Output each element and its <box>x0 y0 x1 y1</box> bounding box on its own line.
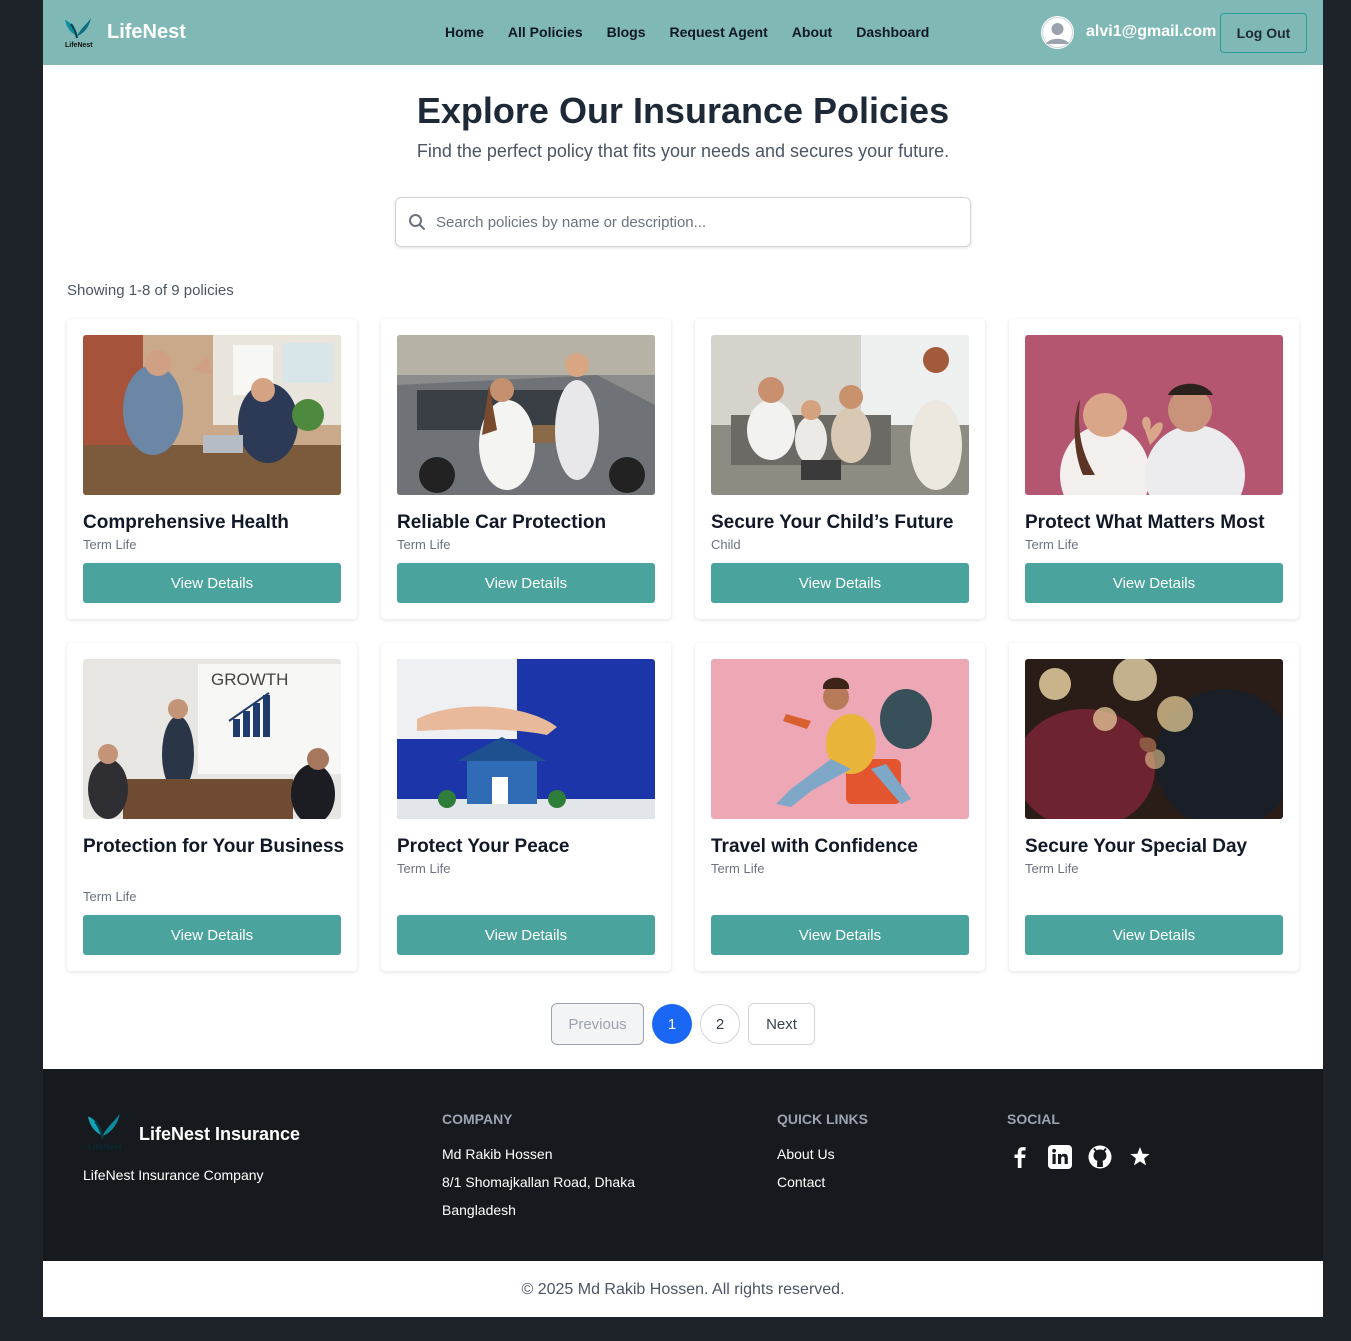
view-details-button[interactable]: View Details <box>397 915 655 955</box>
policy-image-office-highfive <box>83 335 341 495</box>
policy-category: Term Life <box>1025 537 1079 552</box>
policy-card: Secure Your Special Day Term Life View D… <box>1009 643 1299 971</box>
policy-title: Travel with Confidence <box>711 836 918 857</box>
page-1-button[interactable]: 1 <box>652 1004 692 1044</box>
view-details-button[interactable]: View Details <box>83 563 341 603</box>
search-input[interactable] <box>436 198 956 246</box>
view-details-button[interactable]: View Details <box>83 915 341 955</box>
policy-image-business-growth: GROWTH <box>83 659 341 819</box>
policy-card: GROWTH Protection for Your Business Term… <box>67 643 357 971</box>
user-email: alvi1@gmail.com <box>1086 23 1217 40</box>
nav-link-request-agent[interactable]: Request Agent <box>670 24 768 40</box>
nav-link-about[interactable]: About <box>792 24 832 40</box>
policy-title: Reliable Car Protection <box>397 512 607 533</box>
brand-name: LifeNest <box>107 20 186 43</box>
svg-text:LifeNest: LifeNest <box>65 42 93 49</box>
view-details-button[interactable]: View Details <box>397 563 655 603</box>
policy-title: Secure Your Child’s Future <box>711 512 954 533</box>
page-title: Explore Our Insurance Policies <box>416 90 950 131</box>
page-subtitle: Find the perfect policy that fits your n… <box>416 141 950 161</box>
policy-title: Protection for Your Business <box>83 836 345 857</box>
view-details-button[interactable]: View Details <box>1025 915 1283 955</box>
page-2-button[interactable]: 2 <box>700 1004 740 1044</box>
policy-image-couple-heart <box>1025 335 1283 495</box>
policy-image-family <box>711 335 969 495</box>
policy-category: Term Life <box>397 537 451 552</box>
facebook-icon[interactable] <box>1007 1144 1033 1170</box>
nav-link-dashboard[interactable]: Dashboard <box>856 24 929 40</box>
previous-page-button[interactable]: Previous <box>551 1003 644 1045</box>
policy-category: Term Life <box>83 889 137 904</box>
footer-company-line: Md Rakib Hossen <box>442 1146 553 1162</box>
search-box <box>395 197 971 247</box>
policy-card: Reliable Car Protection Term Life View D… <box>381 319 671 619</box>
footer-link-contact[interactable]: Contact <box>777 1174 825 1190</box>
footer-link-about-us[interactable]: About Us <box>777 1146 835 1162</box>
nav-link-home[interactable]: Home <box>445 24 484 40</box>
nav-link-blogs[interactable]: Blogs <box>607 24 646 40</box>
policy-image-wedding <box>1025 659 1283 819</box>
policy-title: Protect Your Peace <box>397 836 570 857</box>
policy-title: Comprehensive Health <box>83 512 289 533</box>
nav-links: Home All Policies Blogs Request Agent Ab… <box>445 24 929 40</box>
copyright-bar: © 2025 Md Rakib Hossen. All rights reser… <box>43 1261 1323 1317</box>
policy-card: Comprehensive Health Term Life View Deta… <box>67 319 357 619</box>
policy-card: Protect Your Peace Term Life View Detail… <box>381 643 671 971</box>
navbar: LifeNest LifeNest Home All Policies Blog… <box>43 0 1323 65</box>
view-details-button[interactable]: View Details <box>711 563 969 603</box>
policy-title: Secure Your Special Day <box>1025 836 1248 857</box>
policy-category: Term Life <box>711 861 765 876</box>
logout-button[interactable]: Log Out <box>1220 13 1307 53</box>
policy-image-house-hand <box>397 659 655 819</box>
results-count: Showing 1-8 of 9 policies <box>67 282 234 299</box>
policy-card: Travel with Confidence Term Life View De… <box>695 643 985 971</box>
next-page-button[interactable]: Next <box>748 1003 815 1045</box>
footer-brand: LifeNest Insurance <box>139 1124 301 1144</box>
policy-category: Term Life <box>83 537 137 552</box>
policy-title: Protect What Matters Most <box>1025 512 1265 533</box>
view-details-button[interactable]: View Details <box>711 915 969 955</box>
github-icon[interactable] <box>1087 1144 1113 1170</box>
search-icon <box>408 213 426 231</box>
policy-card: Secure Your Child’s Future Child View De… <box>695 319 985 619</box>
policy-category: Term Life <box>1025 861 1079 876</box>
svg-text:GROWTH: GROWTH <box>211 670 288 689</box>
brand[interactable]: LifeNest LifeNest <box>61 14 186 50</box>
policy-card: Protect What Matters Most Term Life View… <box>1009 319 1299 619</box>
footer-quick-links-heading: QUICK LINKS <box>777 1111 868 1127</box>
star-icon[interactable] <box>1127 1144 1153 1170</box>
footer-social-heading: SOCIAL <box>1007 1111 1060 1127</box>
policy-category: Term Life <box>397 861 451 876</box>
policy-image-traveler <box>711 659 969 819</box>
user-icon <box>1042 17 1073 48</box>
nav-link-all-policies[interactable]: All Policies <box>508 24 583 40</box>
svg-text:LifeNest: LifeNest <box>88 1141 122 1151</box>
policy-image-car <box>397 335 655 495</box>
policy-category: Child <box>711 537 741 552</box>
copyright: © 2025 Md Rakib Hossen. All rights reser… <box>521 1281 845 1298</box>
footer-company-name: LifeNest Insurance Company <box>83 1167 264 1183</box>
lifenest-logo-icon: LifeNest <box>61 14 97 50</box>
page: LifeNest LifeNest Home All Policies Blog… <box>43 0 1323 1317</box>
footer-company-heading: COMPANY <box>442 1111 513 1127</box>
user-avatar[interactable] <box>1041 16 1074 49</box>
lifenest-logo-icon: LifeNest <box>83 1109 127 1153</box>
linkedin-icon[interactable] <box>1047 1144 1073 1170</box>
footer-company-line: Bangladesh <box>442 1202 516 1218</box>
view-details-button[interactable]: View Details <box>1025 563 1283 603</box>
social-links <box>1007 1144 1153 1170</box>
footer: LifeNest LifeNest Insurance LifeNest Ins… <box>43 1069 1323 1261</box>
footer-company-line: 8/1 Shomajkallan Road, Dhaka <box>442 1174 636 1190</box>
